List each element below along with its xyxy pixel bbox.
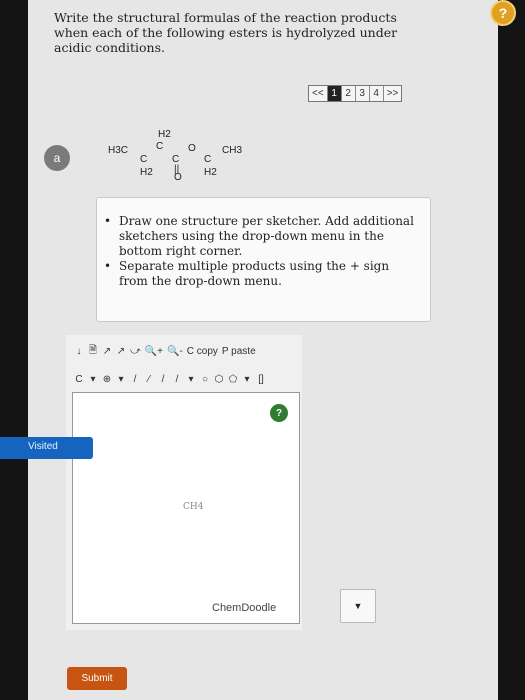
visited-tab[interactable]: Visited (0, 437, 93, 459)
zoom-out-icon[interactable]: 🔍- (167, 346, 183, 357)
ring-circle-icon[interactable]: ○ (200, 374, 210, 385)
charge-dropdown-icon[interactable]: ▾ (116, 374, 126, 385)
instruction-item-2: Separate multiple products using the + s… (104, 259, 420, 289)
single-bond-icon[interactable]: / (130, 374, 140, 385)
pentagon-ring-icon[interactable]: ⬠ (228, 374, 238, 385)
sketcher-toolbar-row2: C ▾ ⊕ ▾ / ⁄ / / ▾ ○ ⬡ ⬠ ▾ [] (74, 371, 266, 387)
structure-h2-bottom-right: H2 (204, 167, 217, 178)
structure-h2-bottom-left: H2 (140, 167, 153, 178)
download-icon[interactable]: ↓ (74, 346, 84, 357)
help-icon[interactable]: ? (490, 0, 516, 26)
structure-ch3: CH3 (222, 145, 243, 156)
chevron-down-icon: ▼ (353, 601, 363, 611)
pager-page-2[interactable]: 2 (341, 86, 356, 101)
submit-button[interactable]: Submit (67, 667, 127, 690)
paste-icon[interactable]: P paste (222, 346, 256, 357)
canvas-hint-ch4: CH4 (183, 502, 204, 512)
structure-o-ester: O (188, 143, 196, 154)
copy-icon[interactable]: C copy (187, 346, 218, 357)
structure-c1: C (140, 154, 148, 165)
instruction-item-1: Draw one structure per sketcher. Add add… (104, 214, 420, 259)
sketcher-toolbar-row1: ↓ 🗎 ↗ ↗ ⤻ 🔍+ 🔍- C copy P paste (74, 343, 256, 359)
bond-dropdown-icon[interactable]: ▾ (186, 374, 196, 385)
carbon-atom-button[interactable]: C (74, 374, 84, 385)
sketcher-help-icon[interactable]: ? (270, 404, 288, 422)
charge-icon[interactable]: ⊕ (102, 374, 112, 385)
pager-page-4[interactable]: 4 (369, 86, 384, 101)
part-label-badge: a (44, 145, 70, 171)
pager-page-3[interactable]: 3 (355, 86, 370, 101)
undo-icon[interactable]: ⤻ (130, 346, 141, 357)
atom-dropdown-icon[interactable]: ▾ (88, 374, 98, 385)
pagination: << 1 2 3 4 >> (308, 85, 403, 102)
eraser-icon[interactable]: ↗ (102, 346, 112, 357)
double-bond-icon[interactable]: / (158, 374, 168, 385)
pager-prev-button[interactable]: << (309, 86, 328, 101)
structure-c-mid: C (156, 141, 164, 152)
structure-h3c: H3C (108, 145, 129, 156)
benzene-ring-icon[interactable]: ⬡ (214, 374, 224, 385)
structure-c3: C (204, 154, 212, 165)
ester-structure: H2 H3C C C C O C CH3 H2 || O H2 (100, 125, 280, 195)
triple-bond-icon[interactable]: / (172, 374, 182, 385)
pager-next-button[interactable]: >> (383, 86, 402, 101)
ring-dropdown-icon[interactable]: ▾ (242, 374, 252, 385)
question-text: Write the structural formulas of the rea… (54, 10, 398, 55)
lasso-icon[interactable]: ↗ (116, 346, 126, 357)
instructions-list: Draw one structure per sketcher. Add add… (104, 214, 420, 289)
clear-icon[interactable]: 🗎 (88, 343, 98, 360)
sketcher-dropdown-button[interactable]: ▼ (340, 589, 376, 623)
structure-o-carbonyl: O (174, 172, 182, 183)
pager-page-1[interactable]: 1 (327, 86, 342, 101)
zoom-in-icon[interactable]: 🔍+ (145, 346, 163, 357)
wedge-bond-icon[interactable]: ⁄ (144, 374, 154, 385)
chemdoodle-brand: ChemDoodle (212, 602, 277, 614)
structure-h2-top: H2 (158, 129, 171, 140)
bracket-icon[interactable]: [] (256, 374, 266, 385)
instructions-box: Draw one structure per sketcher. Add add… (96, 197, 431, 322)
